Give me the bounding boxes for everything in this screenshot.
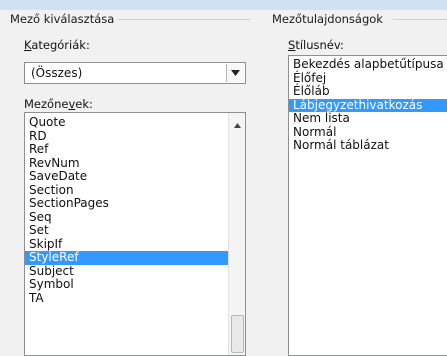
style-name-item[interactable]: Élőfej (289, 71, 447, 86)
field-name-item[interactable]: Seq (25, 210, 228, 225)
style-name-item[interactable]: Lábjegyzethivatkozás (289, 98, 447, 112)
categories-label: Kategóriák: (24, 38, 90, 52)
style-name-item[interactable]: Normál (289, 125, 447, 140)
field-name-item[interactable]: Quote (25, 115, 228, 130)
field-name-item[interactable]: StyleRef (25, 250, 228, 265)
field-name-item[interactable]: TA (25, 291, 228, 306)
field-names-label: Mezőnevek: (24, 97, 93, 111)
field-name-item[interactable]: SaveDate (25, 169, 228, 184)
field-name-item[interactable]: RD (25, 129, 228, 144)
top-strip (0, 0, 447, 10)
field-selection-divider (118, 19, 250, 20)
scrollbar-thumb[interactable] (231, 315, 244, 353)
style-name-item[interactable]: Normál táblázat (289, 138, 447, 153)
field-selection-title: Mező kiválasztása (10, 12, 115, 26)
field-name-item[interactable]: SectionPages (25, 196, 228, 211)
field-name-item[interactable]: SkipIf (25, 237, 228, 252)
style-names-list: Bekezdés alapbetűtípusa Élőfej Élőláb Lábje… (289, 57, 447, 153)
style-name-item[interactable]: Bekezdés alapbetűtípusa (289, 57, 447, 72)
field-names-scrollbar[interactable] (228, 113, 245, 355)
field-names-list: Quote RD Ref RevNum SaveDate Section SectionPa… (25, 115, 228, 306)
field-name-item[interactable]: Ref (25, 142, 228, 157)
field-name-item[interactable]: Subject (25, 264, 228, 279)
categories-dropdown-value: (Összes) (31, 66, 83, 80)
field-name-item[interactable]: Symbol (25, 277, 228, 292)
field-name-item[interactable]: Set (25, 223, 228, 238)
field-properties-title: Mezőtulajdonságok (272, 12, 383, 26)
field-properties-divider (393, 19, 447, 20)
style-name-item[interactable]: Nem lista (289, 111, 447, 126)
style-names-listbox[interactable]: Bekezdés alapbetűtípusa Élőfej Élőláb Lábje… (288, 55, 447, 356)
field-name-item[interactable]: RevNum (25, 156, 228, 171)
chevron-down-icon[interactable] (226, 64, 244, 82)
style-name-item[interactable]: Élőláb (289, 84, 447, 99)
scroll-up-arrow-icon[interactable] (229, 117, 245, 133)
categories-dropdown[interactable]: (Összes) (24, 62, 246, 84)
field-name-item[interactable]: Section (25, 183, 228, 198)
style-name-label: Stílusnév: (288, 38, 344, 52)
field-names-listbox[interactable]: Quote RD Ref RevNum SaveDate Section SectionPa… (24, 112, 246, 356)
